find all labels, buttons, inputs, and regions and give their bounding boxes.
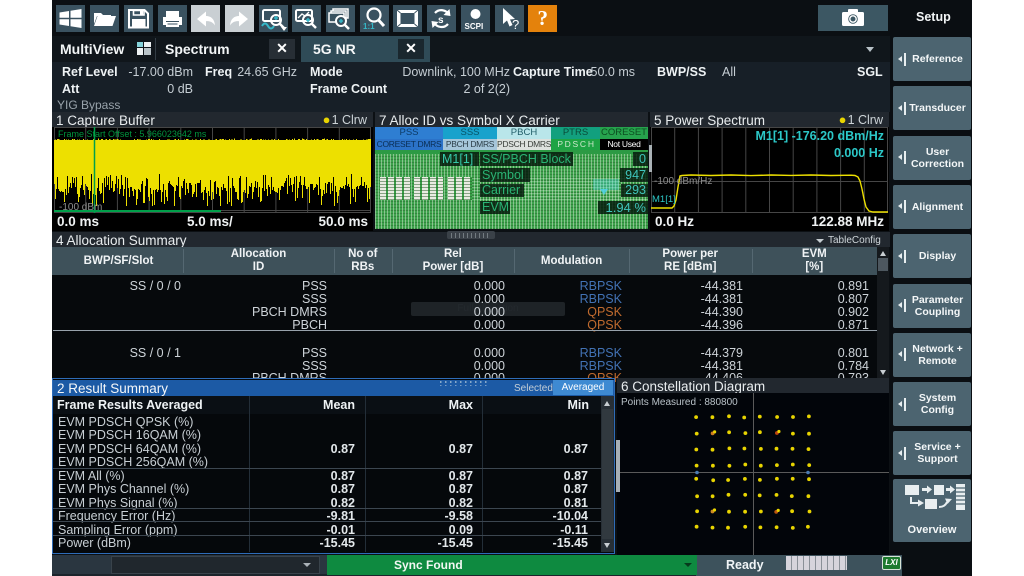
svg-text:s: s xyxy=(438,15,444,26)
svg-text:SCPI: SCPI xyxy=(464,22,483,31)
svg-text:1:1: 1:1 xyxy=(363,22,375,31)
svg-text:?: ? xyxy=(512,17,519,32)
